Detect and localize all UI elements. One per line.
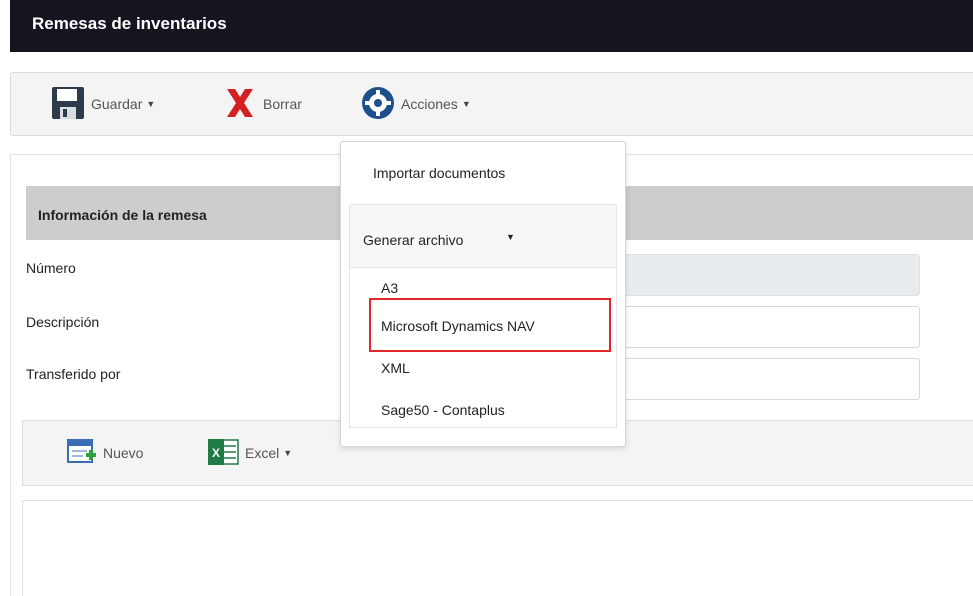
highlight-box (369, 298, 611, 352)
chevron-down-icon: ▼ (461, 99, 471, 109)
option-a3[interactable]: A3 (381, 280, 398, 296)
generate-file-label: Generar archivo (363, 232, 464, 248)
excel-icon: X (207, 437, 239, 470)
import-documents-item[interactable]: Importar documentos (373, 165, 505, 181)
actions-dropdown-menu: Importar documentos Generar archivo ▼ A3… (340, 141, 626, 447)
excel-label: Excel (245, 445, 280, 461)
delete-label: Borrar (263, 96, 302, 112)
new-button[interactable]: Nuevo (67, 421, 143, 485)
generate-file-submenu-toggle[interactable]: Generar archivo ▼ (349, 204, 617, 268)
option-sage50-contaplus[interactable]: Sage50 - Contaplus (381, 402, 505, 418)
main-toolbar: Guardar ▼ Borrar Acciones ▼ (10, 72, 973, 136)
svg-text:X: X (212, 446, 220, 460)
actions-button[interactable]: Acciones ▼ (361, 73, 471, 135)
red-x-icon (223, 86, 257, 123)
chevron-down-icon: ▼ (283, 448, 293, 458)
description-label: Descripción (26, 314, 100, 330)
data-grid (22, 500, 973, 596)
option-xml[interactable]: XML (381, 360, 410, 376)
floppy-disk-icon (51, 86, 85, 123)
chevron-down-icon: ▼ (506, 232, 515, 242)
gear-icon (361, 86, 395, 123)
new-record-icon (67, 438, 97, 469)
save-label: Guardar (91, 96, 143, 112)
page-title: Remesas de inventarios (10, 0, 973, 52)
chevron-down-icon: ▼ (146, 99, 156, 109)
transferred-by-field[interactable] (600, 358, 920, 400)
delete-button[interactable]: Borrar (223, 73, 302, 135)
actions-label: Acciones (401, 96, 458, 112)
number-field (600, 254, 920, 296)
save-button[interactable]: Guardar ▼ (51, 73, 155, 135)
description-field[interactable] (600, 306, 920, 348)
excel-button[interactable]: X Excel ▼ (207, 421, 292, 485)
new-label: Nuevo (103, 445, 144, 461)
transferred-by-label: Transferido por (26, 366, 121, 382)
number-label: Número (26, 260, 76, 276)
